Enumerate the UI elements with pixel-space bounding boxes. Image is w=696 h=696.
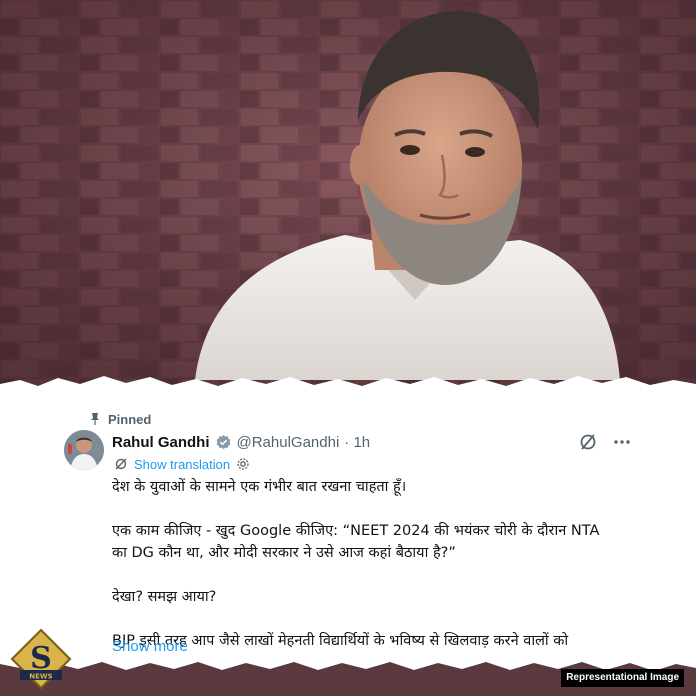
- representational-image-label: Representational Image: [561, 669, 684, 687]
- post-body: देश के युवाओं के सामने एक गंभीर बात रखना…: [112, 476, 652, 652]
- verified-icon[interactable]: [215, 434, 232, 451]
- author-handle[interactable]: @RahulGandhi: [237, 434, 340, 451]
- show-more-link[interactable]: Show more: [112, 638, 188, 655]
- logo-caption: NEWS: [29, 673, 52, 681]
- news-graphic: Pinned Rahul Gandhi @RahulGandhi · 1h Sh…: [0, 0, 696, 696]
- grok-icon[interactable]: [578, 432, 598, 452]
- body-line: BJP इसी तरह आप जैसे लाखों मेहनती विद्यार…: [112, 633, 569, 649]
- body-line: देखा? समझ आया?: [112, 589, 217, 605]
- author-row: Rahul Gandhi @RahulGandhi · 1h: [112, 432, 370, 452]
- pinned-indicator: Pinned: [88, 410, 151, 428]
- author-name[interactable]: Rahul Gandhi: [112, 434, 210, 451]
- show-translation-link[interactable]: Show translation: [134, 457, 230, 472]
- news-logo: S NEWS: [10, 628, 72, 690]
- post-time[interactable]: · 1h: [344, 434, 370, 451]
- more-icon[interactable]: [612, 432, 632, 452]
- pinned-label: Pinned: [108, 411, 152, 427]
- avatar[interactable]: [64, 430, 104, 470]
- settings-icon[interactable]: [236, 457, 250, 471]
- body-line: एक काम कीजिए - खुद Google कीजिए: “NEET 2…: [112, 523, 600, 539]
- show-translation-row: Show translation: [114, 455, 250, 473]
- translate-icon: [114, 457, 128, 471]
- body-line: का DG कौन था, और मोदी सरकार ने उसे आज कह…: [112, 545, 456, 561]
- pin-icon: [88, 412, 102, 426]
- post-actions: [578, 432, 632, 452]
- body-line: देश के युवाओं के सामने एक गंभीर बात रखना…: [112, 479, 407, 495]
